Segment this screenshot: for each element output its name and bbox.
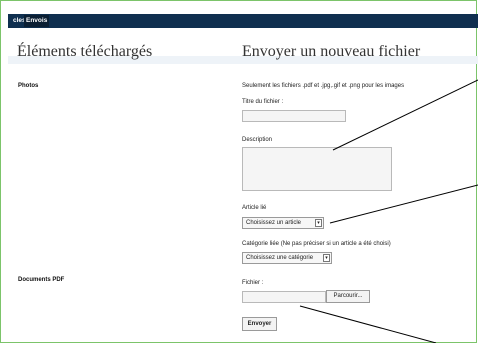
annotation-line-description <box>332 79 478 151</box>
annotation-line-article <box>329 184 478 224</box>
annotation-line-file <box>299 305 437 343</box>
annotation-lines <box>299 79 478 343</box>
